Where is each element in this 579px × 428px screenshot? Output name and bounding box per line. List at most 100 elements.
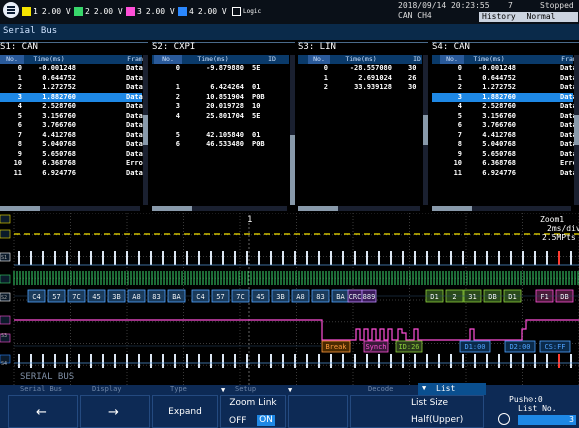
column-header-time[interactable]: Time(ms)	[462, 55, 516, 64]
table-row[interactable]: 2 33.939128 30	[298, 83, 422, 93]
channel-scale-3[interactable]: 3 2.00 V	[126, 6, 175, 17]
table-row[interactable]: 8 5.040768 Data	[432, 140, 577, 150]
column-header-id[interactable]: Fram	[126, 55, 144, 64]
arrow-left-icon: ←	[36, 405, 47, 420]
channel-scale-4[interactable]: 4 2.00 V	[178, 6, 227, 17]
table-row[interactable]: 3 20.019728 10	[152, 102, 289, 112]
tab-serial-bus[interactable]: Serial Bus	[20, 385, 62, 394]
waveform-display[interactable]: 1 C4 57 7C 45 3B A8 83 BA C4 57 7C 45 3B A8 83 BA CRC 889 D…	[0, 213, 579, 387]
table-row[interactable]: 2 1.272752 Data	[0, 83, 143, 93]
channel-number: 4	[189, 7, 194, 16]
serial-bus-label: SERIAL BUS	[20, 372, 75, 382]
table-row[interactable]	[152, 121, 289, 131]
tab-list[interactable]: ▼ List	[418, 383, 486, 395]
table-row[interactable]: 4 25.801704 5E	[152, 112, 289, 122]
channel-scale-1[interactable]: 1 2.00 V	[22, 6, 71, 17]
table-row[interactable]: 6 3.766760 Data	[432, 121, 577, 131]
horizontal-scrollbar[interactable]	[432, 206, 571, 211]
column-header-time[interactable]: Time(ms)	[330, 55, 392, 64]
table-row[interactable]: 9 5.650768 Data	[432, 150, 577, 160]
table-row[interactable]: 5 42.105840 01	[152, 131, 289, 141]
horizontal-scrollbar[interactable]	[0, 206, 140, 211]
scrollbar-thumb[interactable]	[143, 115, 148, 145]
table-row[interactable]: 10 6.368768 Erro	[432, 159, 577, 169]
history-mode[interactable]: History Normal	[479, 12, 578, 22]
decode-list-s1[interactable]: S1: CAN No. Time(ms) Fram 0 -0.001248 Data 1 0.6…	[0, 42, 148, 213]
scrollbar-thumb[interactable]	[423, 115, 428, 145]
scrollbar-thumb[interactable]	[0, 206, 40, 211]
table-row[interactable]: 11 6.924776 Data	[432, 169, 577, 179]
table-row[interactable]: 6 46.533480 P0B	[152, 140, 289, 150]
table-row[interactable]: 8 5.040768 Data	[0, 140, 143, 150]
table-row[interactable]: 7 4.412768 Data	[432, 130, 577, 141]
s1-pulse	[366, 251, 368, 265]
row-cell-no: 3	[457, 92, 462, 101]
table-row[interactable]: 3 1.882760 Data	[432, 92, 577, 102]
table-row[interactable]: 10 6.368768 Erro	[0, 159, 143, 169]
s1-pulse	[258, 251, 260, 265]
table-row[interactable]: 7 4.412768 Data	[0, 131, 143, 141]
table-row[interactable]: 1 0.644752 Data	[0, 74, 143, 84]
column-header-id[interactable]: ID	[252, 55, 292, 64]
zoom-link-toggle[interactable]: Zoom Link OFF ON	[220, 395, 286, 428]
row-cell-time: 4.412768	[482, 130, 516, 139]
table-row[interactable]: 0 -0.001248 Data	[432, 64, 577, 74]
column-header-no[interactable]: No.	[308, 55, 330, 64]
vertical-scrollbar[interactable]	[574, 55, 579, 205]
scrollbar-thumb[interactable]	[152, 206, 192, 211]
scrollbar-thumb[interactable]	[290, 135, 295, 205]
scroll-left-button[interactable]: ←	[8, 395, 78, 428]
scroll-right-button[interactable]: →	[80, 395, 150, 428]
table-row[interactable]	[152, 74, 289, 84]
scrollbar-thumb[interactable]	[298, 206, 338, 211]
horizontal-scrollbar[interactable]	[298, 206, 420, 211]
logic-indicator[interactable]: Logic	[232, 6, 261, 17]
tab-decode[interactable]: Decode	[368, 385, 393, 394]
vertical-scrollbar[interactable]	[143, 55, 148, 205]
can-byte-label: CRC	[349, 293, 362, 301]
table-row[interactable]: 3 1.882760 Data	[0, 92, 143, 102]
s1-pulse	[42, 251, 44, 265]
row-cell-id: Data	[126, 111, 143, 120]
column-header-no[interactable]: No.	[154, 55, 182, 64]
column-header-no[interactable]: No.	[440, 55, 464, 64]
table-row[interactable]: 1 6.424264 01	[152, 83, 289, 93]
list-size-button[interactable]: List Size Half(Upper)	[350, 395, 484, 428]
table-row[interactable]: 5 3.156760 Data	[0, 111, 143, 122]
scrollbar-thumb[interactable]	[432, 206, 472, 211]
column-header-no[interactable]: No.	[0, 55, 24, 64]
table-row[interactable]: 11 6.924776 Data	[0, 169, 143, 179]
decode-list-s4[interactable]: S4: CAN No. Time(ms) Fram 0 -0.001248 Data 1 0.6…	[432, 42, 579, 213]
table-row[interactable]: 1 0.644752 Data	[432, 74, 577, 84]
tab-display[interactable]: Display	[92, 385, 122, 394]
tab-type[interactable]: Type	[170, 385, 187, 394]
table-row[interactable]: 5 3.156760 Data	[432, 112, 577, 122]
table-row[interactable]: 0 -28.557080 30	[298, 64, 422, 74]
table-row[interactable]: 1 2.691024 26	[298, 74, 422, 84]
horizontal-scrollbar[interactable]	[152, 206, 287, 211]
decode-list-s3[interactable]: S3: LIN No. Time(ms) ID 0 -28.557080 30 1 2.6910…	[298, 42, 428, 213]
column-header-time[interactable]: Time(ms)	[182, 55, 244, 64]
vertical-scrollbar[interactable]	[290, 55, 295, 205]
list-no-knob[interactable]: Push⊘:0 List No. 3	[488, 395, 579, 428]
can-byte-label: 45	[256, 293, 264, 301]
table-row[interactable]: 9 5.650768 Data	[0, 150, 143, 160]
column-header-time[interactable]: Time(ms)	[22, 55, 76, 64]
table-row[interactable]: 4 2.528760 Data	[432, 102, 577, 112]
table-row[interactable]: 0 -9.879880 5E	[152, 64, 289, 74]
expand-button[interactable]: Expand	[152, 395, 218, 428]
table-row[interactable]: 0 -0.001248 Data	[0, 64, 143, 74]
tab-setup[interactable]: Setup	[235, 385, 256, 394]
menu-button[interactable]	[3, 2, 19, 18]
channel-scale-2[interactable]: 2 2.00 V	[74, 6, 123, 17]
table-header: No. Time(ms) ID	[298, 55, 422, 64]
table-row[interactable]: 6 3.766760 Data	[0, 121, 143, 131]
vertical-scrollbar[interactable]	[423, 55, 428, 205]
table-row[interactable]: 2 10.851904 P0B	[152, 93, 289, 103]
s1-pulse	[306, 251, 308, 265]
decode-list-s2[interactable]: S2: CXPI No. Time(ms) ID 0 -9.879880 5E 1 6.4242…	[152, 42, 295, 213]
row-cell-id: P0B	[252, 140, 265, 148]
table-row[interactable]: 4 2.528760 Data	[0, 102, 143, 112]
table-row[interactable]: 2 1.272752 Data	[432, 83, 577, 93]
scrollbar-thumb[interactable]	[574, 115, 579, 145]
